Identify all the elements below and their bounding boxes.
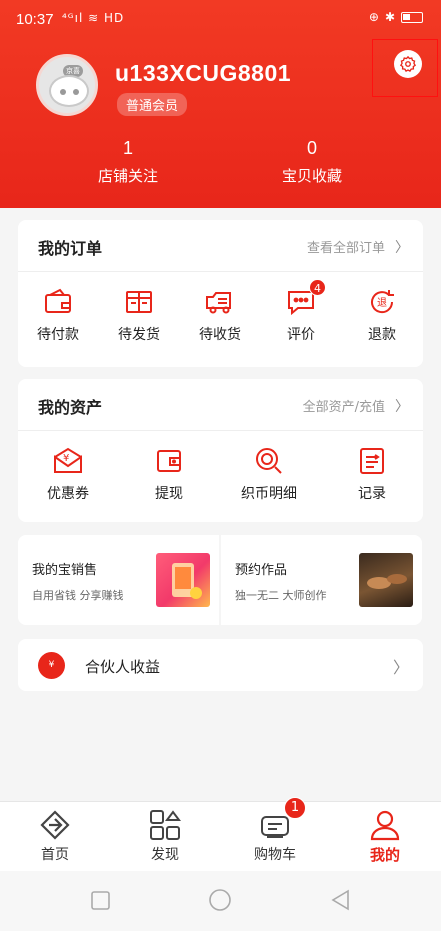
battery-icon [401,11,423,23]
refund-icon: 退 [371,290,394,314]
tab-home[interactable]: 首页 [15,808,95,864]
promo-reserve-works[interactable]: 预约作品 独一无二 大师创作 [221,535,422,625]
back-button [331,889,349,911]
status-icons: ⊕ ✱ [369,10,423,24]
profile-icon [370,810,400,841]
asset-withdraw[interactable]: 提现 [137,445,201,503]
svg-text:¥: ¥ [63,453,69,464]
order-to-ship[interactable]: 待发货 [107,286,171,344]
lock-icon: ⊕ [368,10,379,24]
orders-title: 我的订单 [38,239,103,258]
bluetooth-icon: ✱ [384,10,395,24]
discover-grid-icon [150,810,181,840]
gear-icon [399,55,417,72]
partner-earnings-row[interactable]: ¥ 合伙人收益 〉 [18,639,423,691]
chevron-right-icon: 〉 [395,399,409,415]
sales-promo-image [156,553,210,607]
orders-card: 我的订单 查看全部订单〉 待付款 待发货 待收货 4 评价 退 退款 [18,220,423,367]
view-all-assets-link[interactable]: 全部资产/充值〉 [303,396,409,416]
promo-my-sales[interactable]: 我的宝销售 自用省钱 分享赚钱 [18,535,219,625]
stat-favorites[interactable]: 0 宝贝收藏 [252,138,372,186]
avatar[interactable]: 京喜 [36,54,98,116]
recent-apps-button [91,891,110,910]
stat-store-follows[interactable]: 1 店铺关注 [68,138,188,186]
promo-section: 我的宝销售 自用省钱 分享赚钱 预约作品 独一无二 大师创作 [18,535,423,625]
asset-records[interactable]: 记录 [340,445,404,503]
profile-header: 10:37 ⁴ᴳıl ≋ HD ⊕ ✱ 京喜 u133XCUG8801 普通会员… [0,0,441,208]
truck-icon [206,292,231,314]
chevron-right-icon: 〉 [392,658,409,677]
home-logo-icon [40,810,70,840]
bottom-tab-bar: 首页 发现 1 购物车 我的 [0,797,441,871]
signal-icon: ⁴ᴳıl ≋ HD [62,11,125,25]
member-level-badge: 普通会员 [117,93,188,116]
order-to-receive[interactable]: 待收货 [188,286,252,344]
coupon-envelope-icon: ¥ [54,447,82,473]
record-icon [360,448,384,474]
cart-count-badge: 1 [284,797,306,819]
wallet-withdraw-icon [157,450,181,472]
username: u133XCUG8801 [115,60,292,86]
chevron-right-icon: 〉 [395,240,409,256]
package-icon [126,291,152,313]
earnings-chart-icon: ¥ [38,652,65,679]
tab-cart[interactable]: 1 购物车 [235,797,315,864]
home-button [209,889,231,911]
status-time: 10:37 [16,11,54,28]
assets-title: 我的资产 [38,398,103,417]
tab-discover[interactable]: 发现 [125,808,205,864]
settings-button[interactable] [394,50,422,78]
tab-mine[interactable]: 我的 [345,808,425,865]
view-all-orders-link[interactable]: 查看全部订单〉 [307,237,409,257]
system-navigation-bar [0,871,441,931]
status-bar: 10:37 ⁴ᴳıl ≋ HD ⊕ ✱ [0,0,441,38]
order-review[interactable]: 4 评价 [269,279,333,344]
order-refund[interactable]: 退 退款 [350,286,414,344]
coin-search-icon [256,448,282,474]
asset-coupons[interactable]: ¥ 优惠券 [36,445,100,503]
wallet-icon [45,288,71,313]
artwork-promo-image [359,553,413,607]
order-pending-payment[interactable]: 待付款 [26,286,90,344]
review-count-badge: 4 [309,279,326,296]
svg-text:退: 退 [377,297,387,309]
asset-coin-details[interactable]: 织币明细 [237,445,301,503]
assets-card: 我的资产 全部资产/充值〉 ¥ 优惠券 提现 织币明细 记录 [18,379,423,522]
